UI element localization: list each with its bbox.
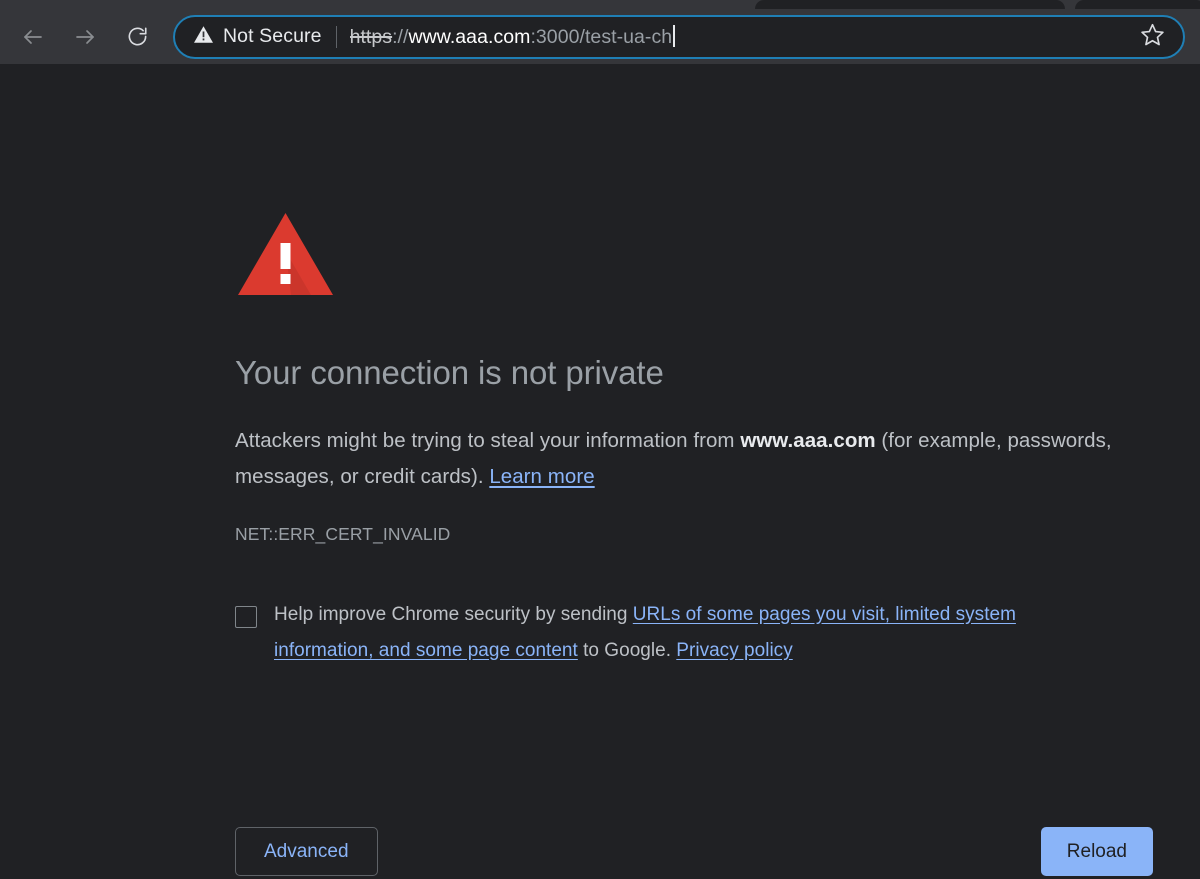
safe-browsing-checkbox[interactable] (235, 605, 257, 628)
address-bar[interactable]: Not Secure https://www.aaa.com:3000/test… (173, 14, 1185, 59)
tab-strip (0, 0, 1200, 9)
safe-browsing-label: Help improve Chrome security by sending … (274, 597, 1115, 669)
star-icon (1140, 22, 1165, 52)
bookmark-button[interactable] (1137, 22, 1167, 52)
url-text-field[interactable]: https://www.aaa.com:3000/test-ua-ch (349, 24, 1127, 49)
optin-part-1: Help improve Chrome security by sending (274, 603, 633, 625)
back-button[interactable] (16, 20, 50, 54)
interstitial-actions: Advanced Reload (235, 827, 1153, 876)
arrow-right-icon (73, 25, 97, 49)
error-code: NET::ERR_CERT_INVALID (235, 523, 451, 544)
optin-part-2: to Google. (577, 639, 677, 661)
tab-sliver-secondary[interactable] (1075, 0, 1200, 9)
arrow-left-icon (21, 25, 45, 49)
url-path: :3000/test-ua-ch (530, 25, 673, 48)
url-scheme: https (349, 25, 393, 48)
page-title: Your connection is not private (235, 354, 664, 391)
warning-triangle-icon (235, 209, 1155, 304)
interstitial-icon-row (235, 209, 1155, 304)
url-scheme-separator: :// (392, 25, 409, 48)
browser-toolbar: Not Secure https://www.aaa.com:3000/test… (0, 9, 1200, 64)
security-chip[interactable]: Not Secure (193, 25, 322, 49)
learn-more-link[interactable]: Learn more (489, 465, 594, 488)
page-content: Your connection is not private Attackers… (0, 64, 1200, 879)
interstitial-description: Attackers might be trying to steal your … (235, 393, 1135, 495)
warning-triangle-icon (193, 25, 214, 49)
advanced-button[interactable]: Advanced (235, 827, 378, 876)
url-display: https://www.aaa.com:3000/test-ua-ch (349, 24, 675, 49)
description-hostname: www.aaa.com (740, 428, 876, 452)
security-state-label: Not Secure (223, 25, 322, 47)
ssl-interstitial: Your connection is not private Attackers… (235, 209, 1155, 876)
text-caret (673, 24, 675, 47)
forward-button[interactable] (68, 20, 102, 54)
privacy-policy-link[interactable]: Privacy policy (676, 640, 792, 661)
reload-icon (126, 25, 149, 48)
omnibox-divider (335, 25, 337, 48)
description-part-1: Attackers might be trying to steal your … (235, 428, 741, 452)
reload-page-button[interactable]: Reload (1040, 827, 1153, 876)
url-host: www.aaa.com (408, 25, 531, 48)
reload-button[interactable] (120, 20, 154, 54)
browser-window: Not Secure https://www.aaa.com:3000/test… (0, 0, 1200, 879)
tab-sliver-active[interactable] (755, 0, 1065, 9)
safe-browsing-optin: Help improve Chrome security by sending … (235, 545, 1115, 669)
